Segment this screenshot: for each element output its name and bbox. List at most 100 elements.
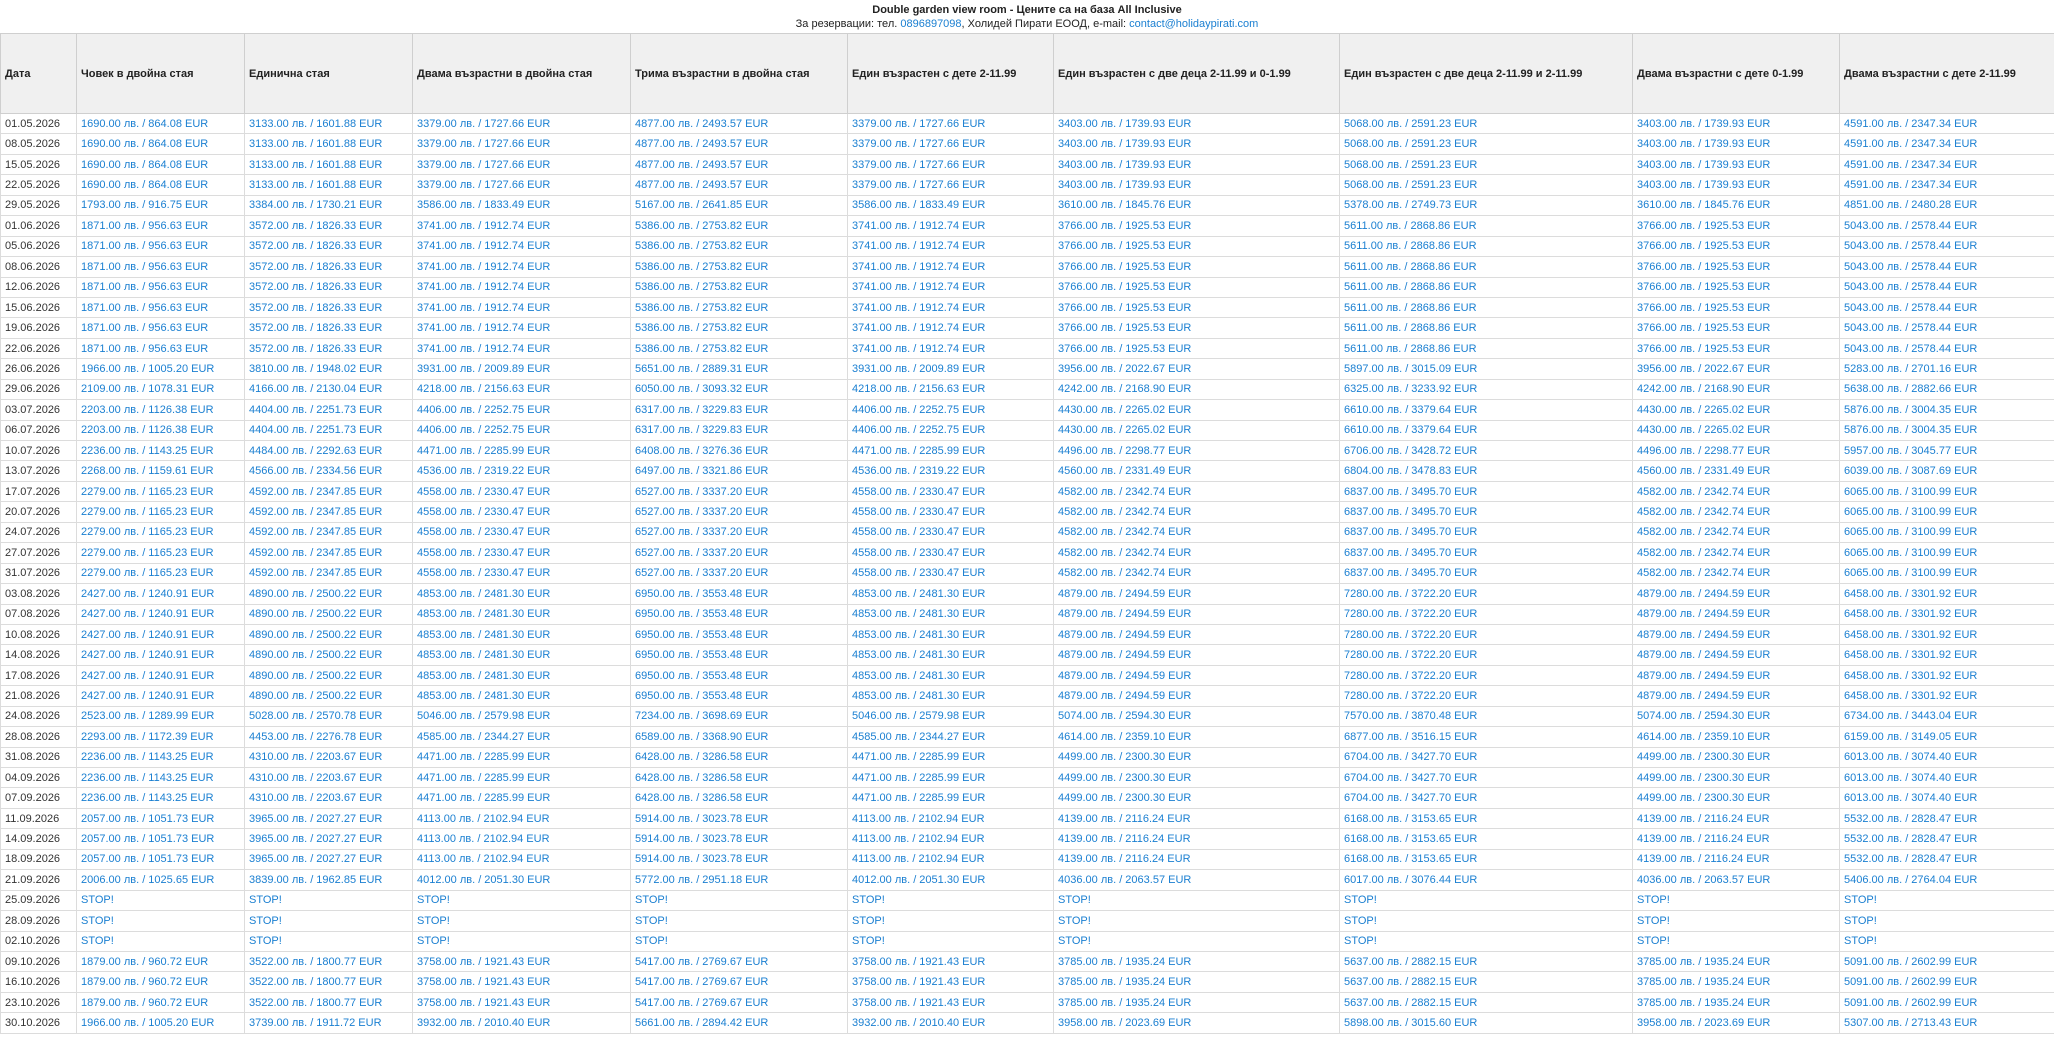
price-link[interactable]: 2523.00 лв. / 1289.99 EUR [76,705,245,728]
price-link[interactable]: 4853.00 лв. / 2481.30 EUR [847,583,1054,605]
price-link[interactable]: 4430.00 лв. / 2265.02 EUR [1632,419,1840,442]
price-link[interactable]: 1871.00 лв. / 956.63 EUR [76,215,245,237]
price-link[interactable]: 4012.00 лв. / 2051.30 EUR [412,869,631,891]
price-link[interactable]: 4536.00 лв. / 2319.22 EUR [847,460,1054,482]
price-link[interactable]: 4453.00 лв. / 2276.78 EUR [244,726,413,748]
price-link[interactable]: 4139.00 лв. / 2116.24 EUR [1053,848,1340,871]
price-link[interactable]: 6877.00 лв. / 3516.15 EUR [1339,726,1633,748]
price-link[interactable]: 4560.00 лв. / 2331.49 EUR [1053,460,1340,482]
price-link[interactable]: 3956.00 лв. / 2022.67 EUR [1053,358,1340,380]
price-link[interactable]: 4471.00 лв. / 2285.99 EUR [847,766,1054,789]
price-link[interactable]: 3965.00 лв. / 2027.27 EUR [244,807,413,830]
price-link[interactable]: 6317.00 лв. / 3229.83 EUR [630,419,848,442]
price-link[interactable]: 3965.00 лв. / 2027.27 EUR [244,848,413,871]
price-link[interactable]: 3785.00 лв. / 1935.24 EUR [1053,971,1340,993]
price-link[interactable]: 5307.00 лв. / 2713.43 EUR [1839,1012,2054,1034]
price-link[interactable]: STOP! [76,889,245,912]
price-link[interactable]: STOP! [76,930,245,952]
price-link[interactable]: STOP! [1839,930,2054,952]
price-link[interactable]: 3572.00 лв. / 1826.33 EUR [244,337,413,360]
price-link[interactable]: 2057.00 лв. / 1051.73 EUR [76,828,245,850]
price-link[interactable]: 5386.00 лв. / 2753.82 EUR [630,235,848,258]
price-link[interactable]: 3766.00 лв. / 1925.53 EUR [1053,317,1340,339]
price-link[interactable]: 4499.00 лв. / 2300.30 EUR [1632,766,1840,789]
price-link[interactable]: 3766.00 лв. / 1925.53 EUR [1632,317,1840,339]
price-link[interactable]: 6950.00 лв. / 3553.48 EUR [630,583,848,605]
price-link[interactable]: 5386.00 лв. / 2753.82 EUR [630,276,848,298]
price-link[interactable]: 3379.00 лв. / 1727.66 EUR [412,153,631,176]
price-link[interactable]: 7280.00 лв. / 3722.20 EUR [1339,603,1633,625]
price-link[interactable]: 7280.00 лв. / 3722.20 EUR [1339,685,1633,707]
price-link[interactable]: 5611.00 лв. / 2868.86 EUR [1339,296,1633,319]
price-link[interactable]: 6458.00 лв. / 3301.92 EUR [1839,685,2054,707]
price-link[interactable]: 3741.00 лв. / 1912.74 EUR [847,215,1054,237]
price-link[interactable]: 4496.00 лв. / 2298.77 EUR [1632,439,1840,462]
price-link[interactable]: 3379.00 лв. / 1727.66 EUR [412,174,631,196]
price-link[interactable]: 4879.00 лв. / 2494.59 EUR [1632,644,1840,666]
price-link[interactable]: 1879.00 лв. / 960.72 EUR [76,991,245,1014]
price-link[interactable]: 2427.00 лв. / 1240.91 EUR [76,603,245,625]
price-link[interactable]: 3379.00 лв. / 1727.66 EUR [412,133,631,155]
price-link[interactable]: 4890.00 лв. / 2500.22 EUR [244,583,413,605]
price-link[interactable]: 4592.00 лв. / 2347.85 EUR [244,501,413,523]
price-link[interactable]: 3785.00 лв. / 1935.24 EUR [1632,991,1840,1014]
price-link[interactable]: 6706.00 лв. / 3428.72 EUR [1339,439,1633,462]
price-link[interactable]: 4614.00 лв. / 2359.10 EUR [1053,726,1340,748]
price-link[interactable]: 6168.00 лв. / 3153.65 EUR [1339,807,1633,830]
price-link[interactable]: 4310.00 лв. / 2203.67 EUR [244,746,413,769]
price-link[interactable]: 4853.00 лв. / 2481.30 EUR [412,583,631,605]
price-link[interactable]: 4560.00 лв. / 2331.49 EUR [1632,460,1840,482]
price-link[interactable]: 5914.00 лв. / 3023.78 EUR [630,848,848,871]
price-link[interactable]: 3785.00 лв. / 1935.24 EUR [1632,950,1840,973]
price-link[interactable]: 4166.00 лв. / 2130.04 EUR [244,378,413,401]
price-link[interactable]: 4591.00 лв. / 2347.34 EUR [1839,133,2054,155]
price-link[interactable]: 5386.00 лв. / 2753.82 EUR [630,317,848,339]
price-link[interactable]: 3965.00 лв. / 2027.27 EUR [244,828,413,850]
price-link[interactable]: 5091.00 лв. / 2602.99 EUR [1839,950,2054,973]
price-link[interactable]: 2279.00 лв. / 1165.23 EUR [76,542,245,564]
price-link[interactable]: STOP! [1839,889,2054,912]
price-link[interactable]: STOP! [1339,930,1633,952]
price-link[interactable]: 5898.00 лв. / 3015.60 EUR [1339,1012,1633,1034]
price-link[interactable]: 6013.00 лв. / 3074.40 EUR [1839,766,2054,789]
price-link[interactable]: 5091.00 лв. / 2602.99 EUR [1839,991,2054,1014]
price-link[interactable]: 2427.00 лв. / 1240.91 EUR [76,583,245,605]
price-link[interactable]: 5957.00 лв. / 3045.77 EUR [1839,439,2054,462]
price-link[interactable]: 5611.00 лв. / 2868.86 EUR [1339,317,1633,339]
price-link[interactable]: 4558.00 лв. / 2330.47 EUR [412,480,631,503]
price-link[interactable]: 4430.00 лв. / 2265.02 EUR [1053,399,1340,421]
price-link[interactable]: 4853.00 лв. / 2481.30 EUR [412,644,631,666]
price-link[interactable]: 3403.00 лв. / 1739.93 EUR [1053,112,1340,135]
price-link[interactable]: 4890.00 лв. / 2500.22 EUR [244,644,413,666]
price-link[interactable]: 4582.00 лв. / 2342.74 EUR [1632,542,1840,564]
price-link[interactable]: 6458.00 лв. / 3301.92 EUR [1839,664,2054,687]
price-link[interactable]: 3785.00 лв. / 1935.24 EUR [1632,971,1840,993]
price-link[interactable]: 4582.00 лв. / 2342.74 EUR [1053,501,1340,523]
price-link[interactable]: 3785.00 лв. / 1935.24 EUR [1053,991,1340,1014]
price-link[interactable]: 6050.00 лв. / 3093.32 EUR [630,378,848,401]
price-link[interactable]: 4499.00 лв. / 2300.30 EUR [1053,787,1340,809]
price-link[interactable]: 5043.00 лв. / 2578.44 EUR [1839,276,2054,298]
price-link[interactable]: 4406.00 лв. / 2252.75 EUR [412,419,631,442]
price-link[interactable]: 3741.00 лв. / 1912.74 EUR [412,215,631,237]
price-link[interactable]: 6065.00 лв. / 3100.99 EUR [1839,501,2054,523]
price-link[interactable]: 4879.00 лв. / 2494.59 EUR [1053,685,1340,707]
price-link[interactable]: 6168.00 лв. / 3153.65 EUR [1339,828,1633,850]
price-link[interactable]: 4879.00 лв. / 2494.59 EUR [1632,664,1840,687]
price-link[interactable]: 4853.00 лв. / 2481.30 EUR [847,623,1054,646]
price-link[interactable]: 7280.00 лв. / 3722.20 EUR [1339,623,1633,646]
price-link[interactable]: 3133.00 лв. / 1601.88 EUR [244,174,413,196]
price-link[interactable]: 5028.00 лв. / 2570.78 EUR [244,705,413,728]
price-link[interactable]: 5914.00 лв. / 3023.78 EUR [630,828,848,850]
price-link[interactable]: 4592.00 лв. / 2347.85 EUR [244,542,413,564]
price-link[interactable]: 3610.00 лв. / 1845.76 EUR [1632,194,1840,217]
price-link[interactable]: STOP! [412,889,631,912]
price-link[interactable]: 2006.00 лв. / 1025.65 EUR [76,869,245,891]
price-link[interactable]: 5386.00 лв. / 2753.82 EUR [630,215,848,237]
price-link[interactable]: 4406.00 лв. / 2252.75 EUR [847,419,1054,442]
price-link[interactable]: 5532.00 лв. / 2828.47 EUR [1839,848,2054,871]
price-link[interactable]: 3766.00 лв. / 1925.53 EUR [1632,256,1840,278]
price-link[interactable]: 1871.00 лв. / 956.63 EUR [76,317,245,339]
price-link[interactable]: 4242.00 лв. / 2168.90 EUR [1053,378,1340,401]
price-link[interactable]: STOP! [847,910,1054,932]
